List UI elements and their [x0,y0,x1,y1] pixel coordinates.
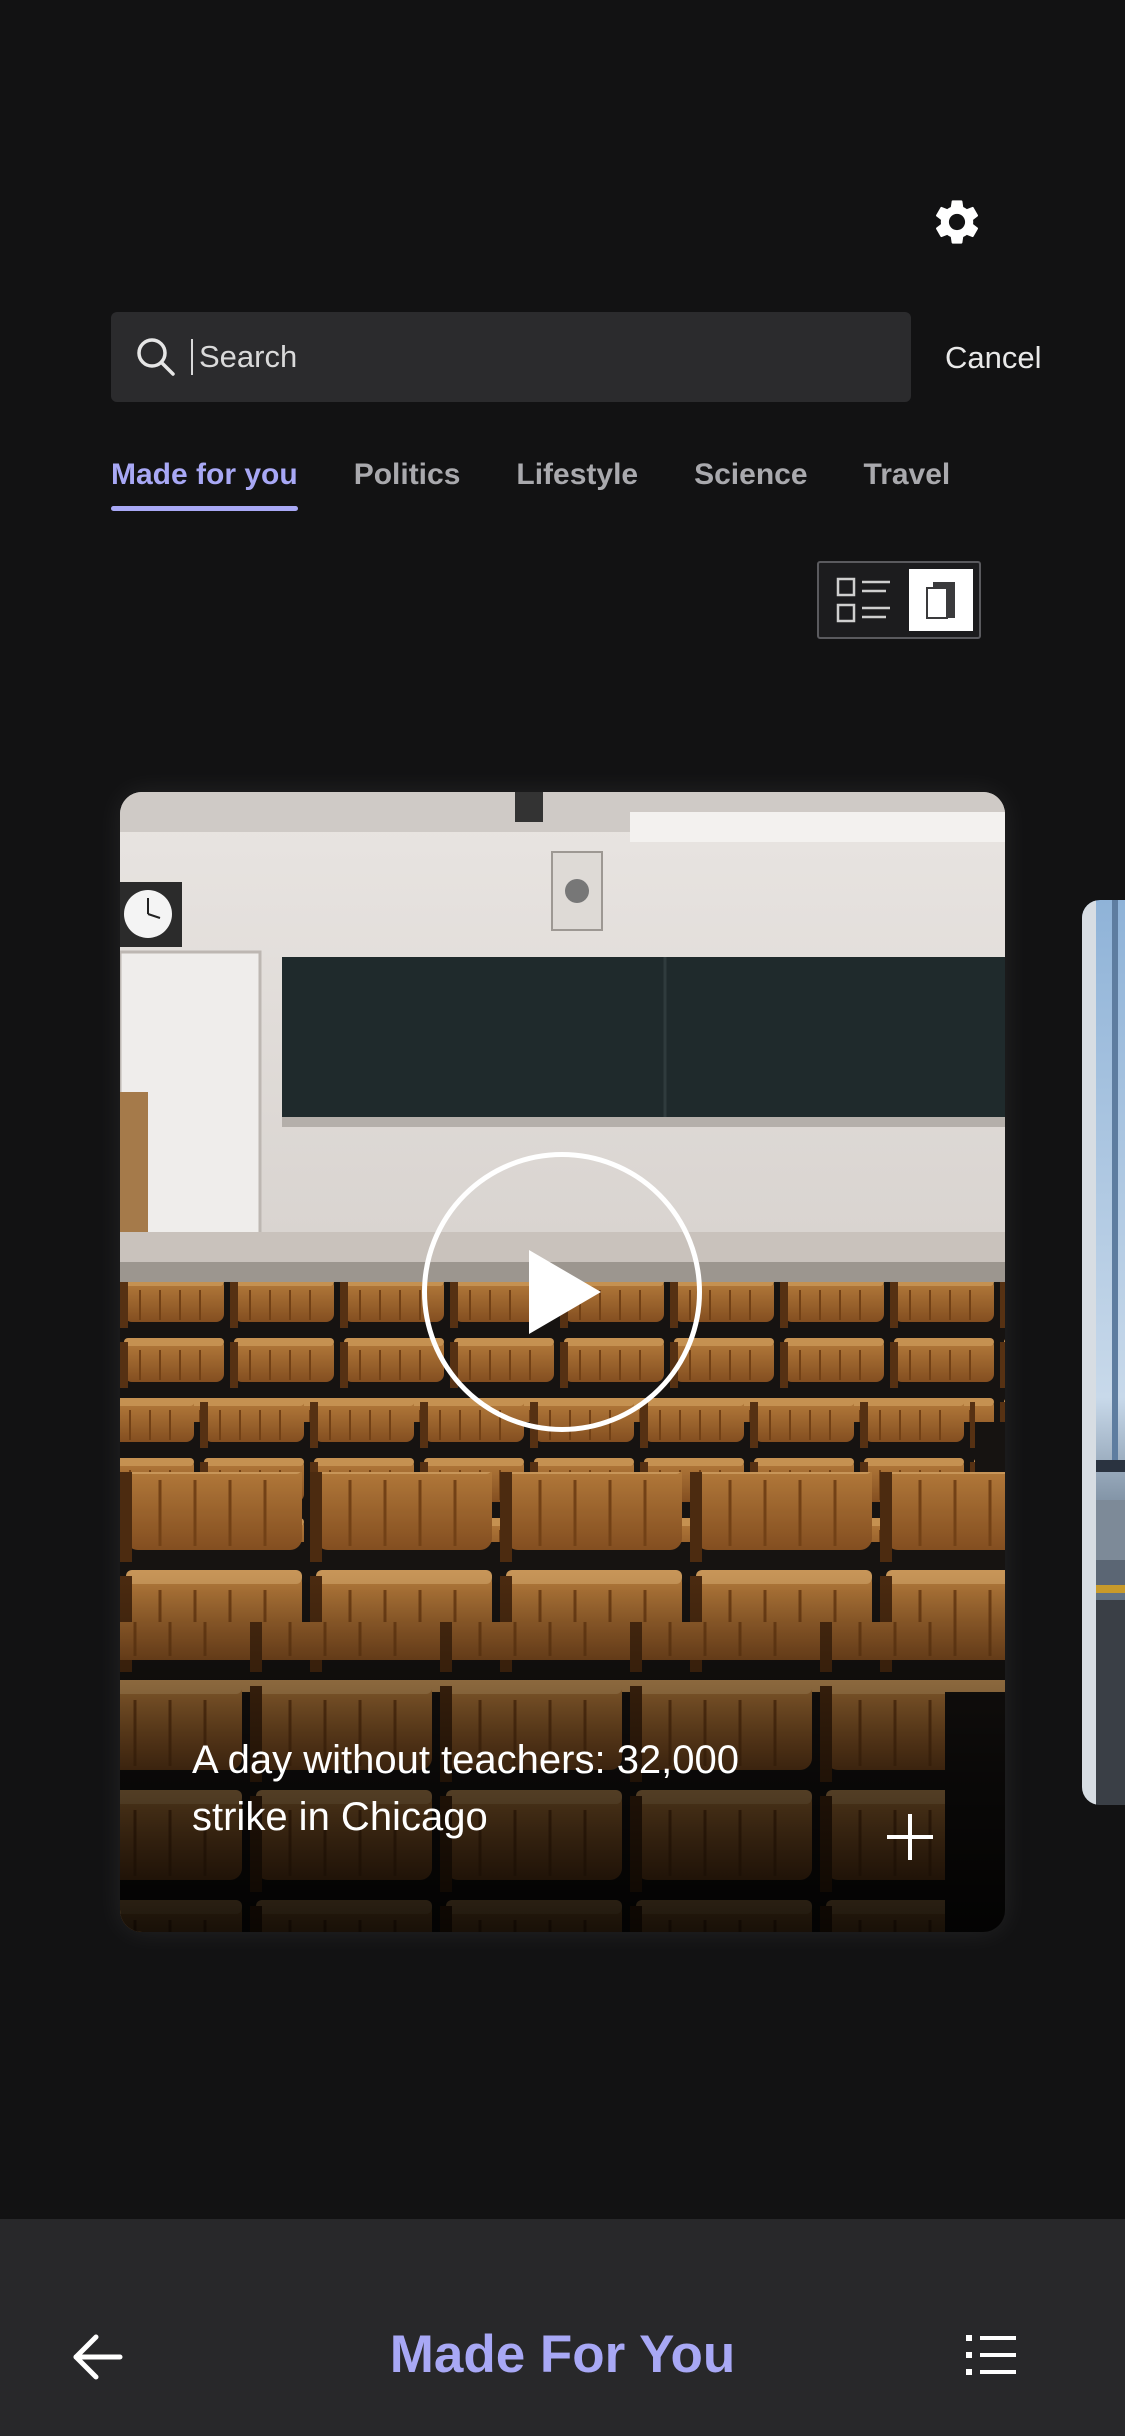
card-view-button[interactable] [909,569,973,631]
play-button[interactable] [422,1152,702,1432]
view-toggle [817,561,981,639]
article-card[interactable]: A day without teachers: 32,000 strike in… [120,792,1005,1932]
tab-travel[interactable]: Travel [864,455,951,515]
cancel-button[interactable]: Cancel [945,338,1042,378]
search-bar[interactable] [111,312,911,402]
plus-icon[interactable] [885,1812,935,1862]
card-view-icon [926,582,955,619]
tab-lifestyle[interactable]: Lifestyle [516,455,638,515]
article-title: A day without teachers: 32,000 strike in… [192,1738,740,1839]
search-icon [137,338,175,376]
tab-politics[interactable]: Politics [354,455,461,515]
list-view-icon [836,577,890,623]
bottom-navigation-bar: Made For You [0,2219,1125,2436]
tab-made-for-you[interactable]: Made for you [111,455,298,515]
list-view-button[interactable] [829,571,899,629]
screen: Cancel Made for you Politics Lifestyle S… [0,0,1125,2436]
settings-button[interactable] [929,194,985,250]
search-input[interactable] [193,339,879,375]
next-card-preview[interactable] [1082,900,1125,1805]
list-menu-icon[interactable] [964,2327,1020,2383]
tab-science[interactable]: Science [694,455,807,515]
play-icon [529,1250,601,1334]
next-card-image [1082,900,1125,1805]
gear-icon [936,200,979,244]
category-tabs: Made for you Politics Lifestyle Science … [111,455,1006,515]
bottom-bar-title: Made For You [389,2325,736,2384]
search-input-wrapper [191,339,893,375]
